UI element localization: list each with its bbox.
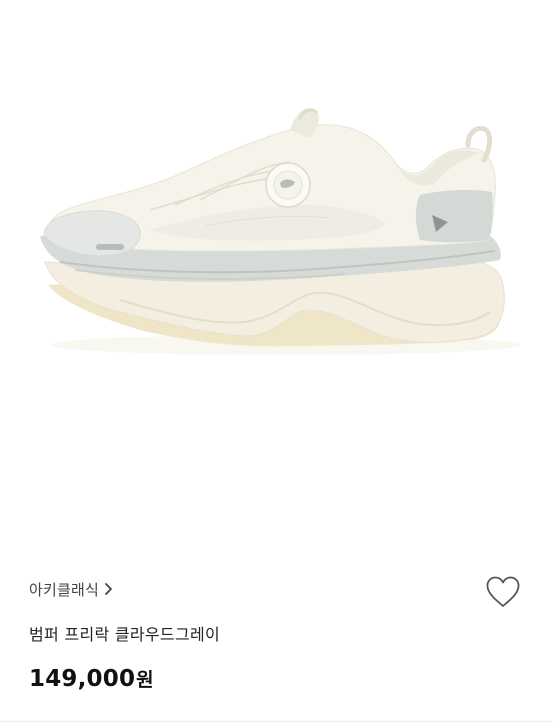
bottom-divider bbox=[0, 721, 553, 722]
brand-name: 아키클래식 bbox=[29, 580, 100, 599]
wishlist-button[interactable] bbox=[484, 574, 522, 610]
product-price: 149,000 원 bbox=[29, 665, 154, 692]
price-value: 149,000 bbox=[29, 666, 136, 692]
price-unit: 원 bbox=[136, 669, 154, 691]
product-image[interactable] bbox=[0, 0, 553, 560]
product-name: 범퍼 프리락 클라우드그레이 bbox=[29, 625, 221, 644]
heart-outline-icon bbox=[484, 574, 522, 610]
brand-link[interactable]: 아키클래식 bbox=[29, 578, 115, 600]
sneaker-illustration bbox=[40, 108, 520, 355]
chevron-right-icon bbox=[103, 582, 115, 596]
